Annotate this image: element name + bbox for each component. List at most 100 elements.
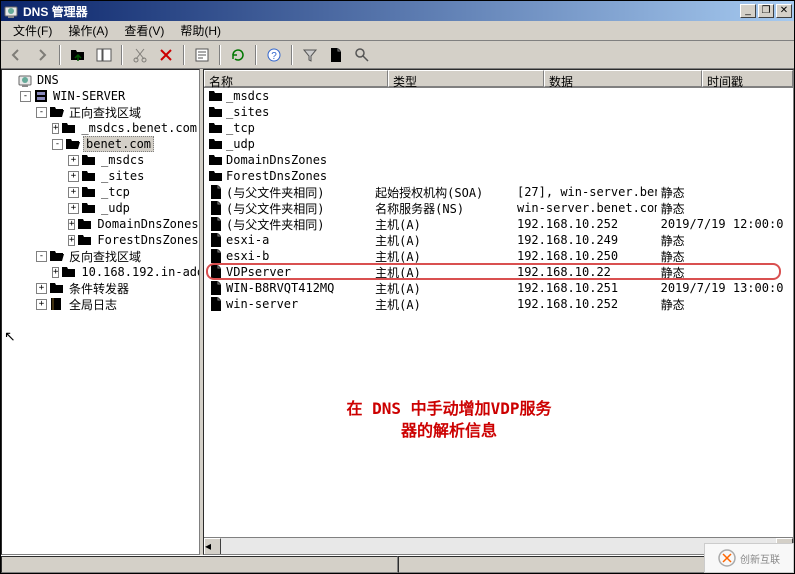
cell-timestamp: 静态 (657, 296, 793, 313)
list-row[interactable]: _tcp (204, 120, 793, 136)
tree-node[interactable]: +_msdcs.benet.com (4, 120, 197, 136)
show-hide-tree-button[interactable] (93, 44, 115, 66)
help-button[interactable]: ? (263, 44, 285, 66)
tree-node[interactable]: -benet.com (4, 136, 197, 152)
refresh-button[interactable] (227, 44, 249, 66)
cut-button[interactable] (129, 44, 151, 66)
cell-type: 主机(A) (371, 232, 513, 249)
tree-node[interactable]: +_udp (4, 200, 197, 216)
scroll-track[interactable] (221, 538, 776, 554)
menu-action[interactable]: 操作(A) (60, 20, 116, 41)
page-icon (208, 232, 224, 248)
menubar: 文件(F) 操作(A) 查看(V) 帮助(H) (1, 21, 794, 41)
cell-data: 192.168.10.250 (513, 249, 657, 263)
expander-icon[interactable]: + (68, 187, 79, 198)
list-row[interactable]: (与父文件夹相同)起始授权机构(SOA)[27], win-server.ben… (204, 184, 793, 200)
list-row[interactable]: (与父文件夹相同)主机(A)192.168.10.2522019/7/19 12… (204, 216, 793, 232)
list-row[interactable]: esxi-b主机(A)192.168.10.250静态 (204, 248, 793, 264)
tree-node[interactable]: DNS (4, 72, 197, 88)
folder-icon (208, 136, 224, 152)
tree-node[interactable]: +_sites (4, 168, 197, 184)
expander-icon[interactable]: - (20, 91, 31, 102)
tree-node[interactable]: +ForestDnsZones (4, 232, 197, 248)
tree-node[interactable]: -正向查找区域 (4, 104, 197, 120)
tree-node[interactable]: - WIN-SERVER (4, 88, 197, 104)
col-timestamp[interactable]: 时间戳 (702, 70, 793, 87)
list-row[interactable]: (与父文件夹相同)名称服务器(NS)win-server.benet.com.静… (204, 200, 793, 216)
cell-name: win-server (226, 297, 298, 311)
expander-icon[interactable]: + (68, 219, 75, 230)
page-icon (208, 216, 224, 232)
menu-help[interactable]: 帮助(H) (172, 20, 229, 41)
expander-icon[interactable]: - (52, 139, 63, 150)
col-data[interactable]: 数据 (544, 70, 702, 87)
expander-icon[interactable]: - (36, 107, 47, 118)
tree-label: DomainDnsZones (95, 217, 200, 231)
tree-node[interactable]: +_tcp (4, 184, 197, 200)
tree-pane[interactable]: DNS-WIN-SERVER-正向查找区域+_msdcs.benet.com-b… (1, 69, 200, 555)
cell-name: esxi-a (226, 233, 269, 247)
menu-view[interactable]: 查看(V) (116, 20, 172, 41)
cell-type: 主机(A) (371, 248, 513, 265)
expander-icon[interactable]: + (68, 235, 75, 246)
cell-timestamp: 2019/7/19 13:00:0 (657, 281, 793, 295)
expander-icon[interactable]: + (68, 155, 79, 166)
expander-icon[interactable]: + (52, 267, 59, 278)
expander-icon[interactable]: + (68, 203, 79, 214)
list-row[interactable]: _udp (204, 136, 793, 152)
list-row[interactable]: ForestDnsZones (204, 168, 793, 184)
folder-icon (81, 168, 97, 184)
new-record-button[interactable] (325, 44, 347, 66)
minimize-button[interactable]: _ (740, 4, 756, 18)
titlebar[interactable]: DNS 管理器 _ ❐ ✕ (1, 1, 794, 21)
dns-tree[interactable]: DNS-WIN-SERVER-正向查找区域+_msdcs.benet.com-b… (2, 70, 199, 314)
tree-node[interactable]: + _msdcs (4, 152, 197, 168)
filter-button[interactable] (299, 44, 321, 66)
tree-label: _msdcs (99, 153, 146, 167)
page-icon (208, 296, 224, 312)
tree-node[interactable]: + DomainDnsZones (4, 216, 197, 232)
cell-name: esxi-b (226, 249, 269, 263)
properties-button[interactable] (191, 44, 213, 66)
expander-icon[interactable]: + (36, 299, 47, 310)
tree-node[interactable]: -反向查找区域 (4, 248, 197, 264)
gray-folder-icon (49, 280, 65, 296)
back-button[interactable] (5, 44, 27, 66)
list-row[interactable]: _sites (204, 104, 793, 120)
toolbar-separator (121, 45, 123, 65)
maximize-button[interactable]: ❐ (758, 4, 774, 18)
find-button[interactable] (351, 44, 373, 66)
list-row[interactable]: VDPserver主机(A)192.168.10.22静态 (204, 264, 793, 280)
tree-node[interactable]: +全局日志 (4, 296, 197, 312)
col-type[interactable]: 类型 (388, 70, 544, 87)
list-row[interactable]: DomainDnsZones (204, 152, 793, 168)
list-row[interactable]: win-server主机(A)192.168.10.252静态 (204, 296, 793, 312)
folder-icon (208, 104, 224, 120)
close-button[interactable]: ✕ (776, 4, 792, 18)
expander-icon[interactable]: + (52, 123, 59, 134)
list-header: 名称 类型 数据 时间戳 (204, 70, 793, 88)
list-row[interactable]: esxi-a主机(A)192.168.10.249静态 (204, 232, 793, 248)
list-body[interactable]: _msdcs_sites_tcp_udpDomainDnsZonesForest… (204, 88, 793, 537)
forward-button[interactable] (31, 44, 53, 66)
scroll-left-button[interactable]: ◂ (204, 538, 221, 555)
col-name[interactable]: 名称 (204, 70, 388, 87)
tree-node[interactable]: +条件转发器 (4, 280, 197, 296)
tree-label: WIN-SERVER (51, 89, 127, 103)
expander-icon[interactable]: + (68, 171, 79, 182)
folder-icon (61, 120, 77, 136)
up-button[interactable] (67, 44, 89, 66)
cell-timestamp: 静态 (657, 264, 793, 281)
menu-file[interactable]: 文件(F) (5, 20, 60, 41)
list-row[interactable]: WIN-B8RVQT412MQ主机(A)192.168.10.2512019/7… (204, 280, 793, 296)
folder-icon (81, 152, 97, 168)
window-title: DNS 管理器 (23, 3, 738, 20)
delete-button[interactable] (155, 44, 177, 66)
expander-icon[interactable]: + (36, 283, 47, 294)
list-row[interactable]: _msdcs (204, 88, 793, 104)
expander-icon[interactable]: - (36, 251, 47, 262)
cell-name: WIN-B8RVQT412MQ (226, 281, 334, 295)
folder-icon (81, 184, 97, 200)
tree-node[interactable]: +10.168.192.in-addr. (4, 264, 197, 280)
folder-open-icon (65, 136, 81, 152)
